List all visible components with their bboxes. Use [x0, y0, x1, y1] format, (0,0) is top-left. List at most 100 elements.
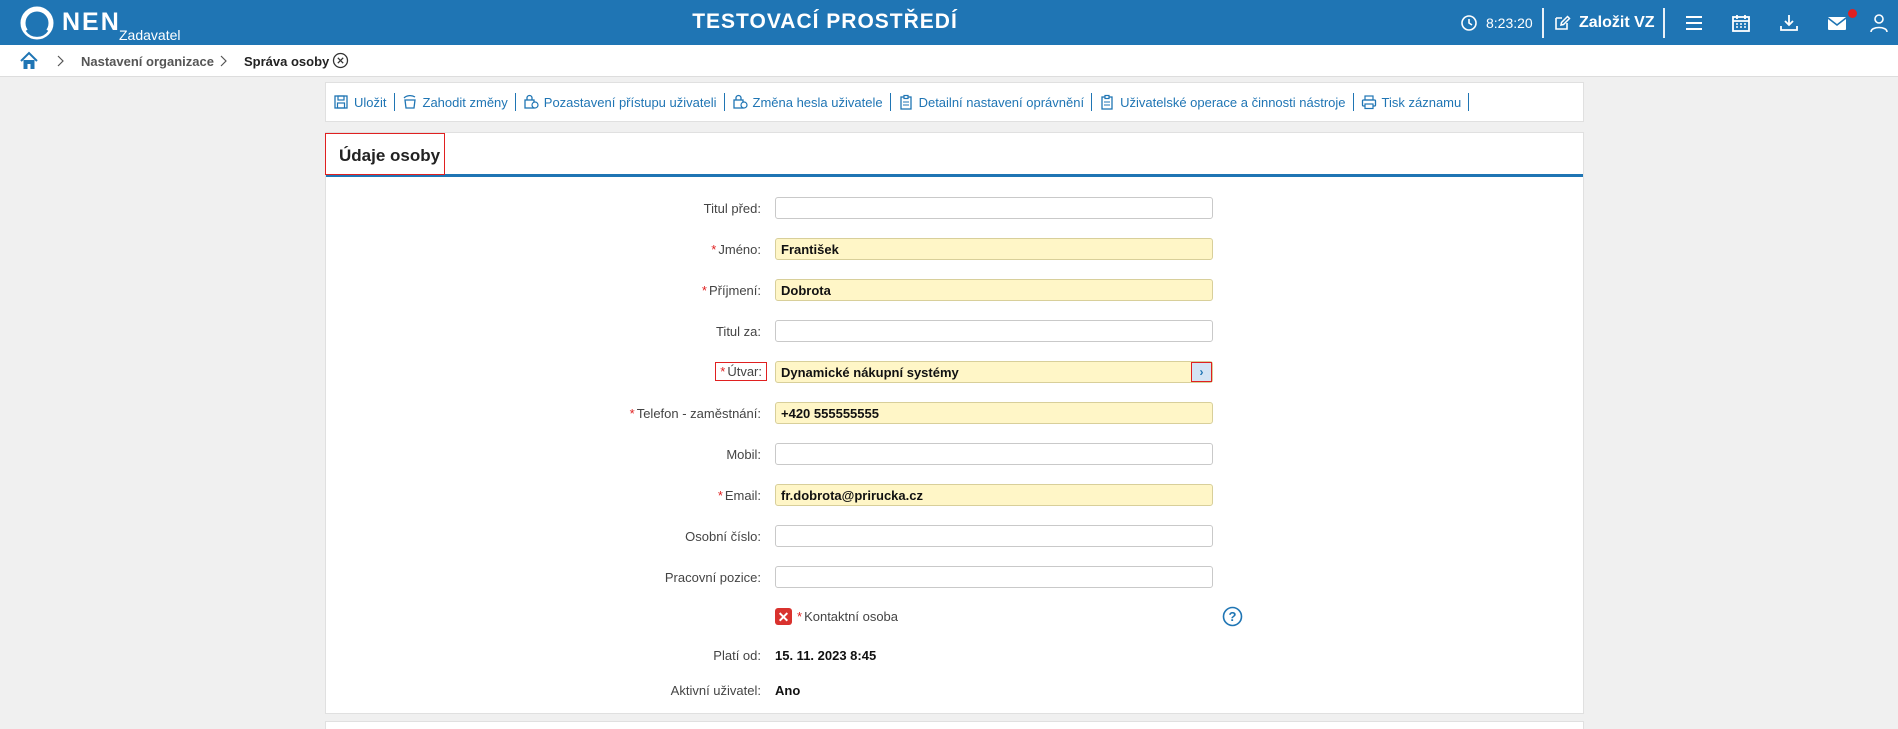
form-row-first-name: * Jméno: — [326, 238, 1583, 262]
department-label-text: Útvar: — [727, 364, 762, 379]
download-icon[interactable] — [1778, 12, 1800, 34]
print-icon — [1361, 95, 1376, 110]
required-marker: * — [797, 609, 803, 624]
required-marker: * — [701, 283, 707, 298]
form-row-department: *Útvar: › — [326, 361, 1583, 385]
title-after-input[interactable] — [775, 320, 1213, 342]
mobile-input[interactable] — [775, 443, 1213, 465]
toolbar-divider — [1468, 93, 1470, 111]
work-phone-label: * Telefon - zaměstnání: — [630, 406, 761, 421]
user-icon[interactable] — [1868, 12, 1890, 34]
header-divider — [1542, 8, 1544, 38]
toolbar-divider — [889, 93, 891, 111]
form-row-work-phone: * Telefon - zaměstnání: — [326, 402, 1583, 426]
form-row-email: * Email: — [326, 484, 1583, 508]
first-name-input[interactable] — [775, 238, 1213, 260]
edit-icon — [1555, 15, 1571, 30]
toolbar-divider — [1352, 93, 1354, 111]
top-bar: NEN Zadavatel TESTOVACÍ PROSTŘEDÍ 8:23:2… — [0, 0, 1898, 45]
contact-person-label: * Kontaktní osoba — [797, 609, 898, 624]
save-button[interactable]: Uložit — [333, 94, 387, 110]
discard-changes-button[interactable]: Zahodit změny — [402, 94, 508, 110]
first-name-label-text: Jméno: — [718, 242, 761, 257]
print-record-label: Tisk záznamu — [1381, 94, 1462, 110]
contact-person-label-text: Kontaktní osoba — [804, 609, 899, 624]
work-phone-label-text: Telefon - zaměstnání: — [636, 406, 761, 421]
print-record-button[interactable]: Tisk záznamu — [1361, 94, 1462, 110]
form-row-job-position: Pracovní pozice: — [326, 566, 1583, 590]
department-lookup-button[interactable]: › — [1191, 362, 1212, 382]
job-position-input[interactable] — [775, 566, 1213, 588]
close-icon[interactable] — [332, 52, 349, 69]
create-vz-label: Založit VZ — [1579, 14, 1655, 31]
required-marker: * — [720, 364, 726, 379]
form-row-title-after: Titul za: — [326, 320, 1583, 344]
contact-person-checkbox[interactable]: ✕ — [775, 608, 792, 625]
permissions-icon — [899, 94, 912, 110]
personal-number-input[interactable] — [775, 525, 1213, 547]
change-password-button[interactable]: Změna hesla uživatele — [732, 94, 883, 110]
chevron-right-icon — [57, 55, 64, 67]
required-marker: * — [717, 488, 723, 503]
email-label-text: Email: — [724, 488, 761, 503]
mail-icon[interactable] — [1826, 12, 1848, 34]
department-input[interactable] — [775, 361, 1213, 383]
calendar-icon[interactable] — [1730, 12, 1752, 34]
breadcrumb: Nastavení organizace Správa osoby — [0, 45, 1898, 77]
valid-from-value: 15. 11. 2023 8:45 — [775, 648, 877, 663]
form-row-mobile: Mobil: — [326, 443, 1583, 467]
form-row-title-before: Titul před: — [326, 197, 1583, 221]
menu-icon[interactable] — [1683, 12, 1705, 34]
title-before-input[interactable] — [775, 197, 1213, 219]
toolbar-divider — [1091, 93, 1093, 111]
form-row-personal-number: Osobní číslo: — [326, 525, 1583, 549]
discard-icon — [403, 94, 416, 109]
action-toolbar: Uložit Zahodit změny Pozastavení přístup… — [325, 82, 1584, 122]
email-label: * Email: — [718, 488, 761, 503]
title-before-label: Titul před: — [703, 201, 761, 216]
next-section-card — [325, 721, 1584, 729]
password-change-icon — [732, 94, 748, 109]
section-title-text: Údaje osoby — [339, 146, 441, 165]
home-icon[interactable] — [19, 51, 39, 71]
valid-from-label: Platí od: — [713, 648, 761, 663]
last-name-input[interactable] — [775, 279, 1213, 301]
personal-number-label: Osobní číslo: — [685, 529, 761, 544]
close-icon: ✕ — [777, 608, 790, 625]
breadcrumb-item-person-management: Správa osoby — [244, 54, 330, 69]
section-title: Údaje osoby — [325, 133, 446, 175]
person-details-card: Údaje osoby Titul před: *Jméno: *Příjmen… — [325, 132, 1584, 714]
chevron-right-icon: › — [1199, 365, 1204, 379]
breadcrumb-item-organization-settings[interactable]: Nastavení organizace — [81, 54, 214, 69]
user-operations-button[interactable]: Uživatelské operace a činnosti nástroje — [1099, 94, 1346, 110]
suspend-access-icon — [524, 94, 539, 109]
header-divider — [1663, 8, 1665, 38]
change-password-label: Změna hesla uživatele — [752, 94, 883, 110]
permissions-settings-label: Detailní nastavení oprávnění — [918, 94, 1085, 110]
toolbar-divider — [723, 93, 725, 111]
department-label: * Útvar: — [715, 362, 767, 381]
required-marker: * — [711, 242, 717, 257]
mobile-label: Mobil: — [726, 447, 761, 462]
form-row-contact-person: ✕ * Kontaktní osoba ? — [326, 606, 1583, 632]
email-input[interactable] — [775, 484, 1213, 506]
notification-badge — [1848, 9, 1857, 18]
form-row-valid-from: Platí od: 15. 11. 2023 8:45 — [326, 644, 1583, 668]
work-phone-input[interactable] — [775, 402, 1213, 424]
operations-icon — [1101, 94, 1113, 110]
suspend-access-button[interactable]: Pozastavení přístupu uživateli — [523, 94, 717, 110]
discard-changes-label: Zahodit změny — [422, 94, 508, 110]
required-marker: * — [629, 406, 635, 421]
save-label: Uložit — [354, 94, 387, 110]
permissions-settings-button[interactable]: Detailní nastavení oprávnění — [898, 94, 1085, 110]
create-vz-button[interactable]: Založit VZ — [1553, 10, 1655, 36]
card-header: Údaje osoby — [325, 133, 1583, 177]
environment-title: TESTOVACÍ PROSTŘEDÍ — [692, 10, 958, 33]
help-icon[interactable]: ? — [1222, 606, 1243, 627]
session-time: 8:23:20 — [1486, 15, 1533, 31]
last-name-label-text: Příjmení: — [708, 283, 761, 298]
last-name-label: * Příjmení: — [702, 283, 761, 298]
active-user-value: Ano — [775, 683, 801, 698]
form-row-active-user: Aktivní uživatel: Ano — [326, 679, 1583, 703]
toolbar-divider — [514, 93, 516, 111]
